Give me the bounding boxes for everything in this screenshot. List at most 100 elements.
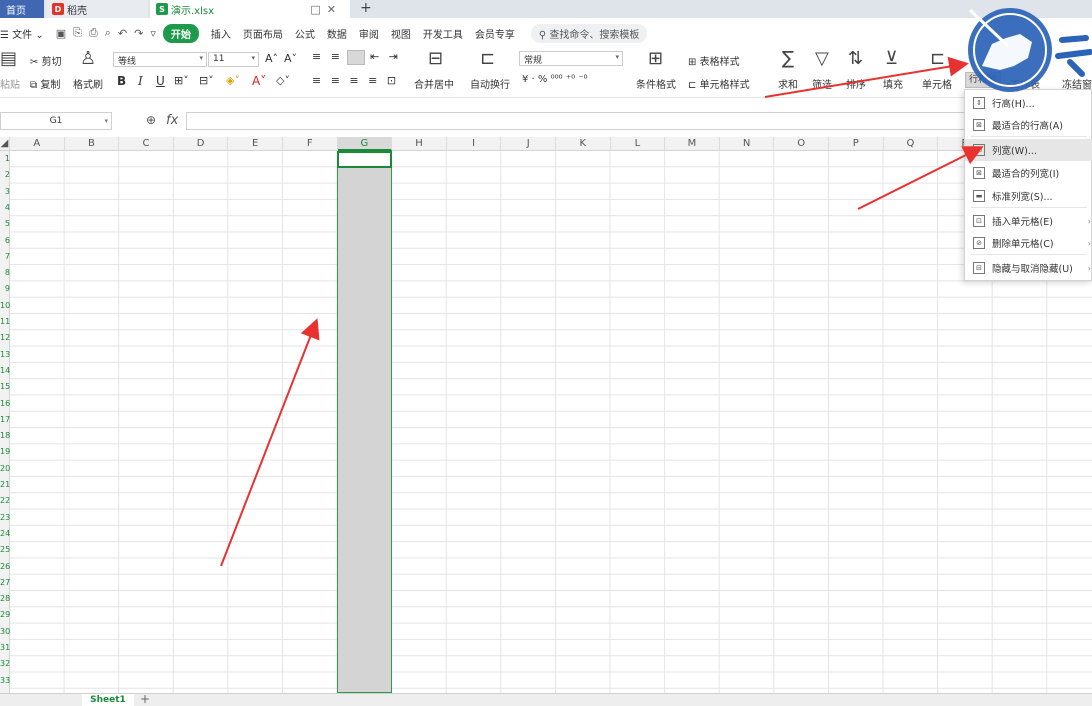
row-header-7[interactable]: 7: [0, 249, 10, 265]
row-header-14[interactable]: 14: [0, 363, 10, 379]
wrap-text-button[interactable]: 自动换行: [470, 76, 510, 91]
column-header-g[interactable]: G: [337, 137, 393, 151]
column-header-j[interactable]: J: [501, 137, 556, 151]
row-header-20[interactable]: 20: [0, 461, 10, 477]
format-painter-label[interactable]: 格式刷: [73, 76, 103, 91]
row-header-1[interactable]: 1: [0, 151, 10, 167]
row-header-23[interactable]: 23: [0, 510, 10, 526]
sum-button[interactable]: 求和: [778, 76, 798, 91]
merge-center-icon[interactable]: ⊟: [428, 48, 443, 69]
row-header-2[interactable]: 2: [0, 167, 10, 183]
tab-document[interactable]: S 演示.xlsx □✕: [150, 0, 350, 18]
row-header-21[interactable]: 21: [0, 477, 10, 493]
clear-format-icon[interactable]: ◇˅: [276, 74, 290, 87]
tab-view[interactable]: 视图: [391, 26, 411, 41]
row-header-22[interactable]: 22: [0, 493, 10, 509]
tab-page-layout[interactable]: 页面布局: [243, 26, 283, 41]
menu-item-hide-unhide[interactable]: ⊟ 隐藏与取消隐藏(U) ›: [965, 257, 1092, 279]
row-header-6[interactable]: 6: [0, 233, 10, 249]
menu-item-standard-column-width[interactable]: ▬ 标准列宽(S)...: [965, 185, 1092, 207]
column-header-n[interactable]: N: [720, 137, 775, 151]
table-style-button[interactable]: ⊞ 表格样式: [688, 53, 740, 68]
align-bottom-button[interactable]: [347, 50, 365, 65]
underline-icon[interactable]: U: [156, 74, 165, 88]
fill-color-icon[interactable]: ◈˅: [226, 74, 240, 87]
filter-button[interactable]: 筛选: [812, 76, 832, 91]
column-header-k[interactable]: K: [556, 137, 611, 151]
spreadsheet-grid[interactable]: ◢ ABCDEFGHIJKLMNOPQR 1234567891011121314…: [0, 137, 1092, 693]
horizontal-align-icons[interactable]: ≡ ≡ ≡ ≡ ⊡: [312, 74, 399, 87]
menu-item-delete-cells[interactable]: ⊘ 删除单元格(C) ›: [965, 232, 1092, 254]
active-cell-g1[interactable]: [337, 151, 392, 168]
column-header-a[interactable]: A: [10, 137, 65, 151]
fill-shading-icon[interactable]: ⊟˅: [199, 74, 214, 87]
row-header-12[interactable]: 12: [0, 330, 10, 346]
paste-label[interactable]: 粘贴: [0, 76, 20, 91]
filter-icon[interactable]: ▽: [815, 48, 829, 69]
menu-item-best-fit-row-height[interactable]: ⊠ 最适合的行高(A): [965, 114, 1092, 136]
fill-icon[interactable]: ⊻: [885, 48, 898, 69]
formula-input[interactable]: [186, 112, 986, 130]
border-icon[interactable]: ⊞˅: [174, 74, 189, 87]
tab-home[interactable]: 首页: [0, 0, 44, 18]
name-box[interactable]: G1 ▾: [0, 112, 112, 130]
row-header-17[interactable]: 17: [0, 412, 10, 428]
column-header-d[interactable]: D: [174, 137, 229, 151]
save-icon[interactable]: ▣: [56, 27, 66, 40]
column-header-m[interactable]: M: [665, 137, 720, 151]
tab-daoke[interactable]: D 稻壳: [46, 0, 148, 18]
sort-icon[interactable]: ⇅: [848, 48, 863, 69]
row-header-24[interactable]: 24: [0, 526, 10, 542]
italic-icon[interactable]: I: [138, 74, 143, 88]
row-header-8[interactable]: 8: [0, 265, 10, 281]
font-size-select[interactable]: 11 ▾: [208, 52, 259, 67]
vertical-align-icons[interactable]: ≡ ≡: [312, 50, 343, 63]
column-header-i[interactable]: I: [447, 137, 502, 151]
conditional-format-icon[interactable]: ⊞: [648, 48, 663, 69]
fill-button[interactable]: 填充: [883, 76, 903, 91]
font-size-decrease-icon[interactable]: A˅: [284, 52, 297, 65]
tab-membership[interactable]: 会员专享: [475, 26, 515, 41]
copy-button[interactable]: ⧉ 复制: [30, 76, 60, 91]
row-header-11[interactable]: 11: [0, 314, 10, 330]
row-header-33[interactable]: 33: [0, 673, 10, 689]
merge-center-button[interactable]: 合并居中: [414, 76, 454, 91]
tab-close-icon[interactable]: ✕: [327, 3, 342, 16]
menu-item-insert-cells[interactable]: ⊡ 插入单元格(E) ›: [965, 210, 1092, 232]
row-header-4[interactable]: 4: [0, 200, 10, 216]
tab-start[interactable]: 开始: [162, 23, 199, 43]
tab-insert[interactable]: 插入: [211, 26, 231, 41]
row-header-18[interactable]: 18: [0, 428, 10, 444]
export-icon[interactable]: ⎘: [73, 26, 82, 40]
row-header-31[interactable]: 31: [0, 640, 10, 656]
font-name-select[interactable]: 等线 ▾: [113, 52, 207, 67]
bold-icon[interactable]: B: [117, 74, 126, 88]
row-header-19[interactable]: 19: [0, 444, 10, 460]
column-header-f[interactable]: F: [283, 137, 338, 151]
row-header-5[interactable]: 5: [0, 216, 10, 232]
row-header-13[interactable]: 13: [0, 347, 10, 363]
wrap-text-icon[interactable]: ⊏: [480, 48, 495, 69]
row-header-9[interactable]: 9: [0, 281, 10, 297]
file-menu[interactable]: ☰ 文件 ⌄: [0, 26, 44, 41]
font-size-increase-icon[interactable]: A˄: [265, 52, 278, 65]
format-painter-icon[interactable]: ♙: [80, 48, 96, 69]
number-format-select[interactable]: 常规 ▾: [519, 51, 623, 66]
row-header-25[interactable]: 25: [0, 542, 10, 558]
insert-function-icon[interactable]: fx: [166, 113, 178, 128]
row-header-29[interactable]: 29: [0, 607, 10, 623]
redo-icon[interactable]: ↷: [134, 27, 143, 40]
row-header-15[interactable]: 15: [0, 379, 10, 395]
column-header-q[interactable]: Q: [884, 137, 939, 151]
cell-style-button[interactable]: ⊏ 单元格样式: [688, 76, 750, 91]
tab-data[interactable]: 数据: [327, 26, 347, 41]
row-header-10[interactable]: 10: [0, 298, 10, 314]
cut-button[interactable]: ✂ 剪切: [30, 53, 62, 68]
zoom-lookup-icon[interactable]: ⊕: [146, 113, 156, 127]
row-header-28[interactable]: 28: [0, 591, 10, 607]
column-header-h[interactable]: H: [392, 137, 447, 151]
number-format-icons[interactable]: ¥ · % ⁰⁰⁰ ⁺⁰ ⁻⁰: [522, 74, 588, 85]
sum-icon[interactable]: ∑: [782, 48, 794, 69]
undo-icon[interactable]: ↶: [118, 27, 127, 40]
row-header-32[interactable]: 32: [0, 656, 10, 672]
